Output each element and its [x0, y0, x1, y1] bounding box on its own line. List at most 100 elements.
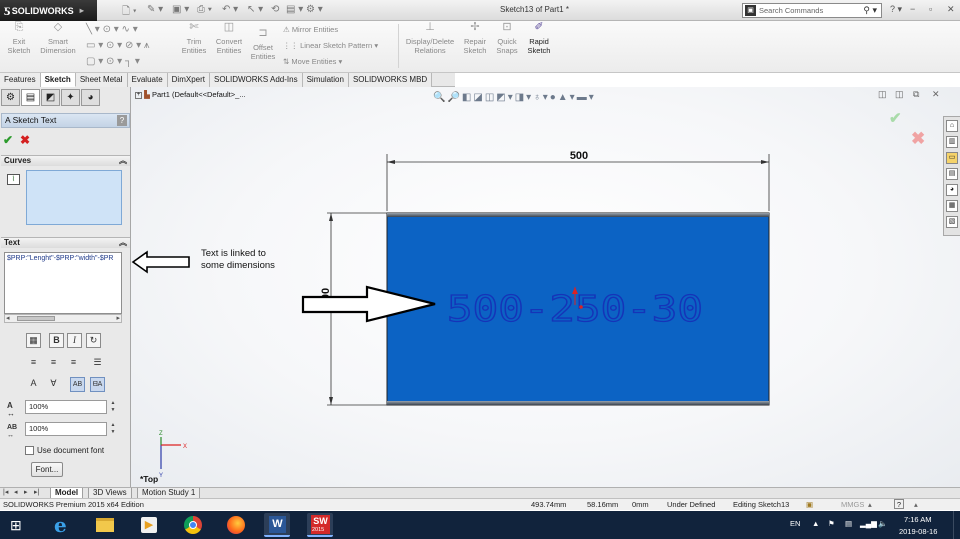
mirror-text-icon[interactable]: ᗺA — [90, 377, 105, 392]
width-factor-spinner[interactable]: ▲ ▼ — [108, 400, 118, 414]
width-factor-field[interactable]: 100% — [25, 400, 107, 414]
display-manager-tab-icon[interactable]: ◕ — [81, 89, 100, 106]
quick-snaps-button[interactable]: ⊡ Quick Snaps — [492, 22, 522, 56]
property-manager-tab-icon[interactable]: ▤ — [21, 89, 40, 106]
minimize-button[interactable]: − — [910, 4, 915, 14]
align-left-icon[interactable]: ≡ — [26, 356, 41, 371]
units-dropdown-icon[interactable]: ▴ — [868, 499, 872, 510]
flip-horizontal-icon[interactable]: ∀ — [46, 377, 61, 392]
tab-mbd[interactable]: SOLIDWORKS MBD — [348, 73, 433, 87]
scroll-right-icon[interactable]: ▸ — [116, 314, 120, 322]
select-icon[interactable]: ↖ ▾ — [247, 4, 263, 15]
word-icon[interactable]: W — [264, 513, 290, 537]
spacing-field[interactable]: 100% — [25, 422, 107, 436]
feature-tree-tab-icon[interactable]: ⚙ — [1, 89, 20, 106]
previous-tab-icon[interactable]: ◂ — [14, 488, 18, 496]
tab-sheet-metal[interactable]: Sheet Metal — [75, 73, 128, 87]
rectangle-tool-icon[interactable]: ▭ ▾ ⊙ ▾ ⊘ ▾ ⩚ — [86, 40, 150, 51]
undo-icon[interactable]: ↶ ▾ — [222, 4, 238, 15]
collapse-chevron-icon[interactable]: ︽ — [119, 238, 127, 248]
smart-dimension-button[interactable]: ◇ Smart Dimension — [37, 22, 79, 56]
open-document-icon[interactable]: ✎ ▾ — [147, 4, 163, 15]
chrome-icon[interactable] — [180, 513, 206, 537]
trim-entities-button[interactable]: ✄ Trim Entities — [178, 22, 210, 56]
start-button-icon[interactable]: ⊞ — [10, 517, 22, 534]
collapse-chevron-icon[interactable]: ︽ — [119, 156, 127, 166]
clock-date[interactable]: 2019-08-16 — [899, 527, 937, 536]
volume-muted-icon[interactable]: 🔈 — [878, 519, 887, 528]
rebuild-icon[interactable]: ⟲ — [271, 4, 279, 15]
solidworks-taskbar-icon[interactable]: SW 2015 — [307, 513, 333, 537]
italic-button[interactable]: I — [67, 333, 82, 348]
rebuild-status-icon[interactable]: ▣ — [806, 499, 813, 510]
action-center-flag-icon[interactable]: ⚑ — [828, 519, 835, 528]
search-icon[interactable]: ⚲ ▾ — [863, 4, 877, 17]
solidworks-logo[interactable]: ƽ SOLIDWORKS ▸ — [0, 0, 97, 21]
move-entities-button[interactable]: ⇅ Move Entities ▾ — [283, 57, 342, 66]
clock-time[interactable]: 7:16 AM — [904, 515, 932, 524]
sketch-text-field[interactable]: $PRP:"Lenght"-$PRP:"width"-$PR — [4, 252, 122, 314]
new-document-icon[interactable]: 🗋 ▾ — [122, 4, 137, 21]
search-commands-input[interactable]: ▣ Search Commands ⚲ ▾ — [742, 3, 882, 18]
scroll-left-icon[interactable]: ◂ — [6, 314, 10, 322]
bold-button[interactable]: B — [49, 333, 64, 348]
close-button[interactable]: ✕ — [947, 4, 955, 15]
horizontal-dimension-value[interactable]: 500 — [570, 150, 588, 162]
tray-app-icon[interactable]: ▤ — [845, 519, 852, 528]
graphics-area[interactable]: + ▙ Part1 (Default<<Default>_... 🔍🔎◧◪◫◩▾… — [131, 87, 960, 487]
justify-icon[interactable]: ☰ — [90, 356, 105, 371]
tab-sketch[interactable]: Sketch — [40, 73, 76, 87]
link-property-icon[interactable]: ▦ — [26, 333, 41, 348]
show-desktop-button[interactable] — [953, 511, 960, 539]
file-properties-icon[interactable]: ▤ ▾ — [286, 4, 303, 15]
exit-sketch-button[interactable]: ⎘ Exit Sketch — [4, 22, 34, 56]
scroll-thumb[interactable] — [17, 316, 55, 321]
network-signal-icon[interactable]: ▂▄▆ — [860, 519, 877, 528]
first-tab-icon[interactable]: |◂ — [3, 488, 8, 496]
linear-pattern-button[interactable]: ⋮⋮ Linear Sketch Pattern ▾ — [283, 41, 378, 50]
text-group-header[interactable]: Text ︽ — [1, 237, 130, 248]
search-scope-icon[interactable]: ▣ — [745, 5, 756, 16]
file-explorer-icon[interactable] — [92, 513, 118, 537]
restore-button[interactable]: ▫ — [929, 4, 932, 14]
last-tab-icon[interactable]: ▸| — [34, 488, 39, 496]
options-icon[interactable]: ⚙ ▾ — [306, 4, 323, 15]
print-icon[interactable]: ⎙ ▾ — [197, 4, 212, 15]
curves-group-header[interactable]: Curves ︽ — [1, 155, 130, 166]
cancel-x-icon[interactable]: ✖ — [20, 133, 30, 147]
convert-entities-button[interactable]: ◫ Convert Entities — [212, 22, 246, 56]
unit-system[interactable]: MMGS — [841, 499, 864, 510]
curves-selection-box[interactable] — [26, 170, 122, 225]
show-hidden-icons[interactable]: ▲ — [812, 519, 819, 528]
spacing-spinner[interactable]: ▲ ▼ — [108, 422, 118, 436]
offset-entities-button[interactable]: ⊐ Offset Entities — [248, 28, 278, 62]
firefox-icon[interactable] — [223, 513, 249, 537]
line-tool-icon[interactable]: ╲ ▾ ⊙ ▾ ∿ ▾ — [86, 24, 138, 35]
slot-tool-icon[interactable]: ▢ ▾ ⊙ ▾ ┐ ▾ — [86, 56, 140, 67]
use-document-font-checkbox[interactable] — [25, 446, 34, 455]
configuration-tab-icon[interactable]: ◩ — [41, 89, 60, 106]
font-button[interactable]: Font... — [31, 462, 63, 477]
pm-help-icon[interactable]: ? — [117, 115, 127, 126]
tab-evaluate[interactable]: Evaluate — [127, 73, 168, 87]
tab-addins[interactable]: SOLIDWORKS Add-Ins — [210, 73, 303, 87]
status-help-icon[interactable]: ? — [894, 499, 904, 509]
next-tab-icon[interactable]: ▸ — [24, 488, 28, 496]
flip-vertical-icon[interactable]: A — [26, 377, 41, 392]
media-player-icon[interactable]: ▶ — [136, 513, 162, 537]
status-expand-icon[interactable]: ▴ — [914, 499, 918, 510]
flip-text-icon[interactable]: AB — [70, 377, 85, 392]
save-icon[interactable]: ▣ ▾ — [172, 4, 189, 15]
ok-checkmark-icon[interactable]: ✔ — [3, 133, 13, 147]
repair-sketch-button[interactable]: ✢ Repair Sketch — [460, 22, 490, 56]
help-icon[interactable]: ? ▾ — [890, 4, 902, 15]
input-language[interactable]: EN — [790, 519, 800, 528]
tab-simulation[interactable]: Simulation — [302, 73, 349, 87]
align-center-icon[interactable]: ≡ — [46, 356, 61, 371]
align-right-icon[interactable]: ≡ — [66, 356, 81, 371]
dimxpert-tab-icon[interactable]: ✦ — [61, 89, 80, 106]
rotate-text-icon[interactable]: ↻ — [86, 333, 101, 348]
internet-explorer-icon[interactable]: e — [49, 513, 75, 537]
text-horizontal-scrollbar[interactable]: ◂ ▸ — [4, 314, 122, 323]
tab-dimxpert[interactable]: DimXpert — [167, 73, 210, 87]
